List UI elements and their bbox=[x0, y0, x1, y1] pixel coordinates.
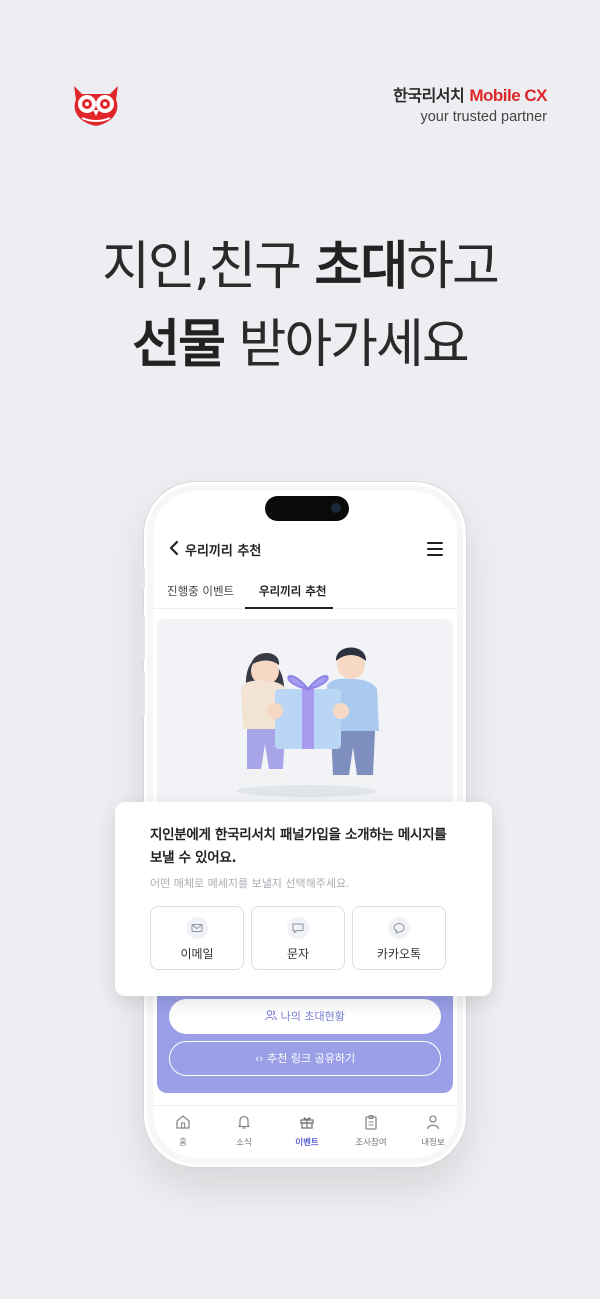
share-link-label: 추천 링크 공유하기 bbox=[267, 1052, 356, 1065]
chevron-left-icon bbox=[169, 540, 179, 556]
message-card-title: 지인분에게 한국리서치 패널가입을 소개하는 메시지를 보낼 수 있어요. bbox=[150, 827, 447, 866]
headline-bold-invite: 초대 bbox=[314, 237, 409, 297]
invite-status-label: 나의 초대현황 bbox=[280, 1010, 345, 1023]
nav-label-survey: 조사참여 bbox=[355, 1138, 387, 1148]
chat-bubble-icon bbox=[388, 917, 410, 939]
message-select-card: 지인분에게 한국리서치 패널가입을 소개하는 메시지를 보낼 수 있어요. 어떤… bbox=[115, 802, 492, 996]
sms-option-label: 문자 bbox=[286, 947, 310, 961]
headline-line-2: 선물 받아가세요 bbox=[0, 306, 600, 384]
tab-ongoing-events[interactable]: 진행중 이벤트 bbox=[167, 583, 234, 599]
phone-volume-up bbox=[141, 615, 145, 659]
nav-item-home[interactable]: 홈 bbox=[155, 1114, 211, 1148]
nav-label-news: 소식 bbox=[236, 1138, 252, 1148]
back-button[interactable] bbox=[167, 539, 187, 561]
headline-tail-2: 받아가세요 bbox=[223, 315, 469, 375]
camera-icon bbox=[331, 503, 341, 513]
invite-status-button[interactable]: 나의 초대현황 bbox=[169, 999, 441, 1034]
nav-label-profile: 내정보 bbox=[421, 1138, 445, 1148]
tab-referral[interactable]: 우리끼리 추천 bbox=[259, 583, 326, 599]
nav-label-home: 홈 bbox=[179, 1138, 187, 1148]
brand-name-accent: Mobile CX bbox=[469, 86, 547, 105]
sms-option-button[interactable]: 문자 bbox=[251, 906, 345, 970]
headline: 지인,친구 초대하고 선물 받아가세요 bbox=[0, 228, 600, 384]
brand-tagline: your trusted partner bbox=[420, 109, 547, 125]
gift-icon bbox=[279, 1114, 335, 1134]
nav-item-survey[interactable]: 조사참여 bbox=[343, 1114, 399, 1148]
nav-item-news[interactable]: 소식 bbox=[216, 1114, 272, 1148]
kakaotalk-option-button[interactable]: 카카오톡 bbox=[352, 906, 446, 970]
active-tab-indicator bbox=[245, 607, 333, 609]
message-icon bbox=[287, 917, 309, 939]
page-title: 우리끼리 추천 bbox=[185, 544, 262, 559]
brand-name: 한국리서치 Mobile CX bbox=[393, 82, 547, 106]
code-brackets-icon: ‹› bbox=[254, 1052, 264, 1065]
kakaotalk-option-label: 카카오톡 bbox=[376, 947, 422, 961]
tab-bar: 진행중 이벤트 우리끼리 추천 bbox=[153, 577, 457, 609]
mail-icon bbox=[186, 917, 208, 939]
bell-icon bbox=[216, 1114, 272, 1134]
email-option-label: 이메일 bbox=[180, 947, 214, 961]
phone-volume-down bbox=[141, 671, 145, 715]
home-icon bbox=[155, 1114, 211, 1134]
owl-logo-icon bbox=[68, 78, 124, 128]
user-icon bbox=[405, 1114, 457, 1134]
headline-tail: 하고 bbox=[406, 237, 500, 297]
headline-light: 지인,친구 bbox=[102, 237, 315, 297]
dynamic-island bbox=[265, 496, 349, 521]
app-bar: 우리끼리 추천 bbox=[153, 535, 457, 565]
share-link-button[interactable]: ‹› 추천 링크 공유하기 bbox=[169, 1041, 441, 1076]
nav-item-profile[interactable]: 내정보 bbox=[405, 1114, 457, 1148]
brand-name-ko: 한국리서치 bbox=[393, 86, 465, 105]
headline-line-1: 지인,친구 초대하고 bbox=[0, 228, 600, 306]
message-card-subtitle: 어떤 매체로 메세지를 보낼지 선택해주세요. bbox=[150, 877, 350, 890]
email-option-button[interactable]: 이메일 bbox=[150, 906, 244, 970]
action-panel: 나의 초대현황 ‹› 추천 링크 공유하기 bbox=[157, 983, 453, 1093]
nav-label-event: 이벤트 bbox=[295, 1138, 319, 1148]
nav-item-event[interactable]: 이벤트 bbox=[279, 1114, 335, 1148]
phone-side-button bbox=[141, 567, 145, 589]
clipboard-icon bbox=[343, 1114, 399, 1134]
hamburger-menu-icon[interactable] bbox=[427, 542, 443, 556]
users-icon bbox=[265, 1010, 281, 1023]
bottom-nav: 홈 소식 이벤트 조사참여 내정보 bbox=[153, 1105, 457, 1157]
hero-illustration bbox=[157, 619, 453, 809]
brand-text: 한국리서치 Mobile CX your trusted partner bbox=[393, 82, 547, 125]
headline-bold-gift: 선물 bbox=[132, 315, 226, 375]
people-gift-illustration bbox=[237, 647, 379, 797]
